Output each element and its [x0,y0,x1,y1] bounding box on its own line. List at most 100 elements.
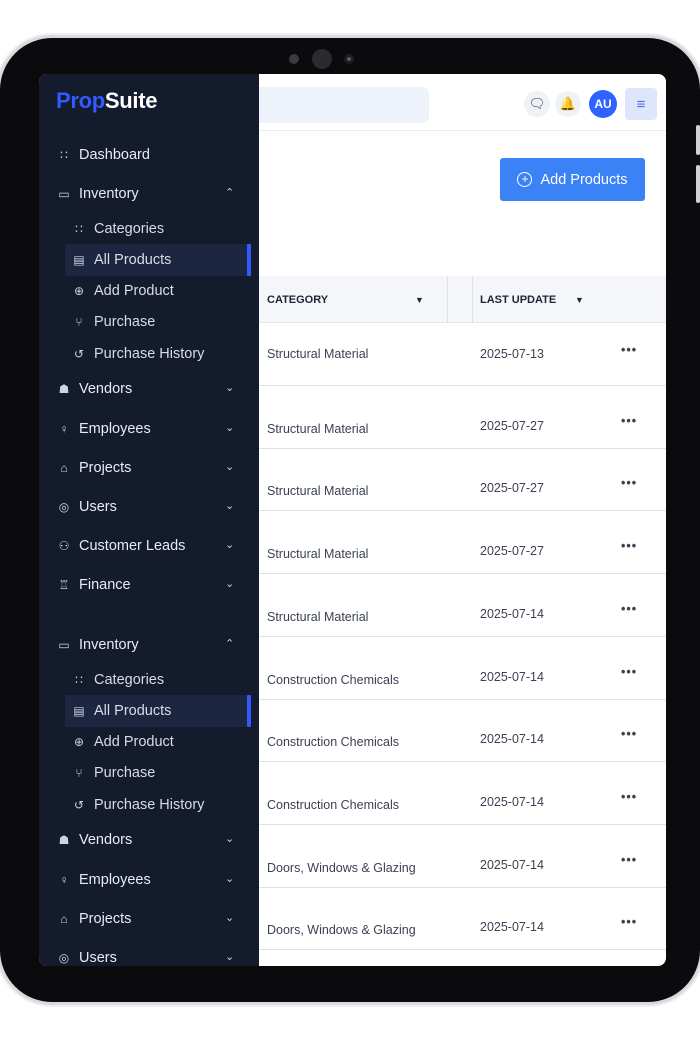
sidebar-item-purchase-history[interactable]: ↺ Purchase History [39,790,259,820]
sidebar-item-projects[interactable]: ⌂ Projects ⌄ [39,904,259,934]
table-row[interactable]: Structural Material 2025-07-27 ••• [259,386,666,449]
cell-category: Doors, Windows & Glazing [267,923,416,938]
more-actions-icon[interactable]: ••• [621,915,637,929]
sidebar-item-label: Purchase [94,314,156,330]
table-row[interactable]: Construction Chemicals 2025-07-14 ••• [259,699,666,763]
archive-icon: ▤ [73,253,85,267]
user-circle-icon: ◎ [58,951,70,965]
sidebar-item-categories[interactable]: ∷ Categories [39,214,259,244]
sidebar-item-customer-leads[interactable]: ⚇ Customer Leads ⌄ [39,531,259,561]
sidebar-item-employees[interactable]: ♀ Employees ⌄ [39,414,259,444]
sidebar-item-label: Categories [94,221,165,237]
sort-caret-icon[interactable]: ▼ [575,276,584,323]
column-header-category[interactable]: CATEGORY [267,276,328,323]
sidebar-item-all-products[interactable]: ▤ All Products [65,244,251,276]
more-actions-icon[interactable]: ••• [621,790,637,804]
cell-category: Construction Chemicals [267,672,399,687]
grid-icon: ∷ [75,673,83,687]
cell-last-update: 2025-07-27 [480,481,544,496]
table-row[interactable]: Structural Material 2025-07-27 ••• [259,511,666,575]
bell-icon[interactable]: 🔔 [555,91,581,117]
chevron-down-icon[interactable]: ⌄ [225,538,234,551]
sidebar-item-label: Projects [79,460,132,476]
sidebar-item-vendors[interactable]: ☗ Vendors ⌄ [39,374,259,404]
chevron-down-icon[interactable]: ⌄ [225,460,234,473]
more-actions-icon[interactable]: ••• [621,343,637,357]
folder-icon: ▭ [58,638,70,652]
bank-icon: ♖ [58,578,70,592]
table-row[interactable]: Doors, Windows & Glazing 2025-07-14 ••• [259,887,666,951]
chevron-down-icon[interactable]: ⌄ [225,872,234,885]
chevron-down-icon[interactable]: ⌄ [225,381,234,394]
menu-icon[interactable]: ≡ [625,88,657,120]
sidebar-item-inventory[interactable]: ▭ Inventory ⌃ [39,179,259,209]
app-logo[interactable]: PropSuite [56,88,158,114]
sidebar-item-purchase-history[interactable]: ↺ Purchase History [39,339,259,369]
sidebar-item-purchase[interactable]: ⑂ Purchase [39,758,259,788]
search-input[interactable] [259,87,429,123]
camera-lens [344,54,354,64]
chevron-down-icon[interactable]: ⌄ [225,950,234,963]
sidebar-item-add-product[interactable]: ⊕ Add Product [39,727,259,757]
top-header: 🗨 🔔 AU ≡ [259,74,666,131]
more-actions-icon[interactable]: ••• [621,853,637,867]
more-actions-icon[interactable]: ••• [621,727,637,741]
table-row[interactable]: Structural Material 2025-07-27 ••• [259,448,666,512]
more-actions-icon[interactable]: ••• [621,414,637,428]
chevron-down-icon[interactable]: ⌄ [225,911,234,924]
sidebar-item-label: Projects [79,911,132,927]
avatar[interactable]: AU [589,90,617,118]
sidebar-item-inventory[interactable]: ▭ Inventory ⌃ [39,630,259,660]
column-divider [472,276,473,323]
sidebar-item-categories[interactable]: ∷ Categories [39,665,259,695]
sidebar-item-finance[interactable]: ♖ Finance ⌄ [39,570,259,600]
cell-category: Structural Material [267,609,369,624]
cart-icon: ⑂ [75,766,83,780]
table-row[interactable]: Construction Chemicals 2025-07-14 ••• [259,637,666,700]
cell-last-update: 2025-07-27 [480,418,544,433]
sidebar-item-vendors[interactable]: ☗ Vendors ⌄ [39,825,259,855]
plus-circle-icon: ⊕ [73,284,85,298]
more-actions-icon[interactable]: ••• [621,476,637,490]
sidebar-item-label: Purchase History [94,797,205,813]
sidebar-item-dashboard[interactable]: ∷ Dashboard [39,140,259,170]
more-actions-icon[interactable]: ••• [621,602,637,616]
grid-icon: ∷ [75,222,83,236]
chevron-up-icon[interactable]: ⌃ [225,186,234,199]
table-row[interactable]: Doors, Windows & Glazing 2025-07-14 ••• [259,825,666,888]
history-icon: ↺ [73,347,85,361]
chevron-up-icon[interactable]: ⌃ [225,637,234,650]
chevron-down-icon[interactable]: ⌄ [225,577,234,590]
sidebar-item-label: Purchase History [94,346,205,362]
sort-caret-icon[interactable]: ▼ [415,276,424,323]
cell-last-update: 2025-07-14 [480,606,544,621]
sidebar-item-label: Customer Leads [79,538,186,554]
sidebar-item-users[interactable]: ◎ Users ⌄ [39,492,259,522]
cell-last-update: 2025-07-14 [480,794,544,809]
add-products-button[interactable]: + Add Products [500,158,645,201]
table-row[interactable]: Structural Material 2025-07-14 ••• [259,574,666,637]
column-divider [447,276,448,323]
chat-icon[interactable]: 🗨 [524,91,550,117]
chevron-down-icon[interactable]: ⌄ [225,421,234,434]
sidebar-item-add-product[interactable]: ⊕ Add Product [39,276,259,306]
sidebar-item-users[interactable]: ◎ Users ⌄ [39,943,259,966]
grid-icon: ∷ [60,148,68,162]
cell-category: Construction Chemicals [267,797,399,812]
table-row[interactable]: Structural Material 2025-07-13 ••• [259,323,666,386]
sidebar-item-projects[interactable]: ⌂ Projects ⌄ [39,453,259,483]
table-header: CATEGORY ▼ LAST UPDATE ▼ [259,276,666,323]
column-header-last-update[interactable]: LAST UPDATE [480,276,556,323]
sidebar-item-label: Finance [79,577,131,593]
sidebar-item-employees[interactable]: ♀ Employees ⌄ [39,865,259,895]
more-actions-icon[interactable]: ••• [621,665,637,679]
more-actions-icon[interactable]: ••• [621,539,637,553]
tablet-volume-up-button [696,125,700,155]
chevron-down-icon[interactable]: ⌄ [225,499,234,512]
table-row[interactable]: Construction Chemicals 2025-07-14 ••• [259,762,666,825]
sidebar: PropSuite ∷ Dashboard ▭ Inventory ⌃ ∷ Categori… [39,74,259,966]
folder-icon: ▭ [58,187,70,201]
chevron-down-icon[interactable]: ⌄ [225,832,234,845]
sidebar-item-purchase[interactable]: ⑂ Purchase [39,307,259,337]
sidebar-item-all-products[interactable]: ▤ All Products [65,695,251,727]
